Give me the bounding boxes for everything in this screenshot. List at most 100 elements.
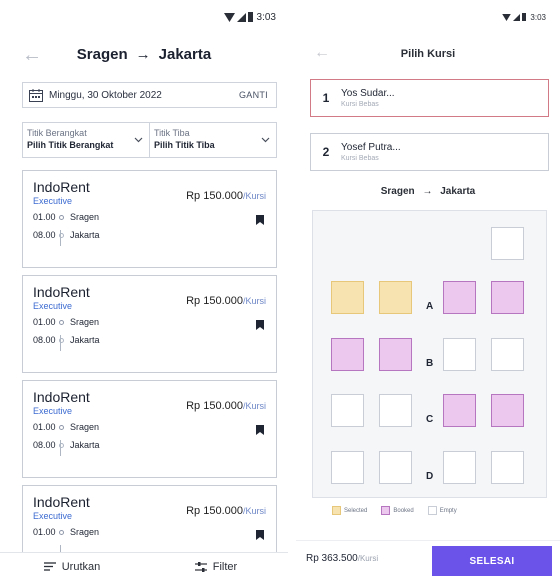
row-label-C: C bbox=[426, 414, 434, 425]
arrival-city: Jakarta bbox=[70, 335, 100, 345]
departure-value: Pilih Titik Berangkat bbox=[27, 140, 114, 150]
checkout-footer: Rp 363.500/Kursi SELESAI bbox=[296, 540, 560, 580]
seat-D1[interactable] bbox=[331, 451, 364, 484]
seat-front[interactable] bbox=[491, 227, 524, 260]
seat-C3 bbox=[443, 394, 476, 427]
chevron-down-icon bbox=[134, 135, 143, 146]
seat-D2[interactable] bbox=[379, 451, 412, 484]
passenger-seat: Kursi Bebas bbox=[341, 101, 379, 108]
passenger-number: 2 bbox=[322, 145, 330, 159]
legend-swatch bbox=[381, 506, 391, 515]
arrival-time: 08.00 bbox=[33, 230, 56, 240]
departure-city: Sragen bbox=[70, 527, 100, 537]
status-bar: 3:03 bbox=[0, 0, 288, 34]
passenger-number: 1 bbox=[322, 91, 330, 105]
back-arrow-icon[interactable]: ← bbox=[22, 45, 42, 65]
seat-route-title: Sragen → Jakarta bbox=[296, 186, 560, 197]
page-title: Pilih Kursi bbox=[400, 48, 456, 60]
price-amount: Rp 150.000 bbox=[186, 190, 243, 202]
departure-time: 01.00 bbox=[33, 212, 56, 222]
price-unit: /Kursi bbox=[242, 401, 266, 411]
bottom-action-bar: Urutkan Filter bbox=[0, 552, 288, 580]
trip-price: Rp 150.000/Kursi bbox=[186, 400, 266, 412]
status-icons bbox=[223, 12, 253, 22]
seat-B3[interactable] bbox=[443, 338, 476, 371]
station-picker: Titik Berangkat Pilih Titik Berangkat Ti… bbox=[22, 122, 277, 158]
legend-label: Empty bbox=[439, 507, 457, 514]
filter-icon bbox=[194, 561, 207, 572]
trip-card[interactable]: IndoRent Executive Rp 150.000/Kursi 01.0… bbox=[22, 170, 277, 268]
timeline-line bbox=[60, 230, 61, 246]
destination-city: Jakarta bbox=[158, 45, 212, 63]
trip-card[interactable]: IndoRent Executive Rp 150.000/Kursi 01.0… bbox=[22, 380, 277, 478]
seat-C1[interactable] bbox=[331, 394, 364, 427]
passenger-card-active[interactable]: 1 Yos Sudar... Kursi Bebas bbox=[310, 79, 549, 117]
timeline-dot bbox=[59, 529, 64, 535]
origin-city: Sragen bbox=[76, 45, 128, 63]
destination-city: Jakarta bbox=[440, 186, 476, 197]
legend-swatch bbox=[332, 506, 341, 515]
legend-selected: Selected bbox=[332, 506, 367, 515]
passenger-name: Yosef Putra... bbox=[341, 142, 401, 153]
passenger-seat: Kursi Bebas bbox=[341, 155, 379, 162]
seat-B4[interactable] bbox=[491, 338, 524, 371]
timeline-line bbox=[60, 440, 61, 456]
arrival-value: Pilih Titik Tiba bbox=[154, 140, 215, 150]
date-selector: Minggu, 30 Oktober 2022 GANTI bbox=[22, 82, 277, 108]
passenger-card[interactable]: 2 Yosef Putra... Kursi Bebas bbox=[310, 133, 549, 171]
legend-swatch bbox=[427, 506, 437, 515]
wifi-icon bbox=[223, 12, 235, 22]
total-unit: /Kursi bbox=[357, 554, 379, 563]
seat-B2 bbox=[379, 338, 412, 371]
arrival-row: 08.00 Jakarta bbox=[33, 331, 266, 349]
seat-picker-screen: 3:03 ← Pilih Kursi 1 Yos Sudar... Kursi … bbox=[296, 0, 560, 580]
battery-icon bbox=[522, 13, 527, 21]
seat-A2[interactable] bbox=[379, 281, 412, 314]
departure-row: 01.00 Sragen bbox=[33, 208, 266, 226]
app-header: ← Sragen → Jakarta bbox=[0, 34, 288, 74]
trip-price: Rp 150.000/Kursi bbox=[186, 190, 266, 202]
back-arrow-icon[interactable]: ← bbox=[314, 45, 330, 61]
chevron-down-icon bbox=[261, 135, 270, 146]
trip-card[interactable]: IndoRent Executive Rp 150.000/Kursi 01.0… bbox=[22, 275, 277, 373]
travel-date: Minggu, 30 Oktober 2022 bbox=[49, 89, 162, 101]
legend-label: Selected bbox=[344, 507, 368, 514]
departure-time: 01.00 bbox=[33, 527, 56, 537]
departure-city: Sragen bbox=[70, 212, 100, 222]
total-price: Rp 363.500/Kursi bbox=[306, 553, 378, 564]
seat-C2[interactable] bbox=[379, 394, 412, 427]
price-amount: Rp 150.000 bbox=[186, 505, 243, 517]
seat-A1[interactable] bbox=[331, 281, 364, 314]
app-header: ← Pilih Kursi bbox=[296, 34, 560, 74]
total-amount: Rp 363.500 bbox=[306, 553, 358, 564]
signal-icon bbox=[236, 12, 246, 22]
filter-button[interactable]: Filter bbox=[144, 561, 288, 573]
wifi-icon bbox=[502, 13, 512, 21]
change-date-button[interactable]: GANTI bbox=[239, 90, 268, 100]
arrival-time: 08.00 bbox=[33, 440, 56, 450]
departure-point-select[interactable]: Titik Berangkat Pilih Titik Berangkat bbox=[23, 123, 149, 157]
legend-label: Booked bbox=[393, 507, 414, 514]
arrival-city: Jakarta bbox=[70, 230, 100, 240]
seat-D3[interactable] bbox=[443, 451, 476, 484]
route-title: Sragen → Jakarta bbox=[77, 46, 211, 63]
sort-icon bbox=[43, 562, 56, 571]
finish-button[interactable]: SELESAI bbox=[432, 546, 552, 576]
status-time: 3:03 bbox=[530, 12, 546, 22]
timeline-line bbox=[60, 335, 61, 351]
trip-list-screen: 3:03 ← Sragen → Jakarta Minggu, 30 Oktob… bbox=[0, 0, 288, 580]
seat-legend: Selected Booked Empty bbox=[332, 506, 457, 515]
passenger-name: Yos Sudar... bbox=[341, 88, 395, 99]
departure-label: Titik Berangkat bbox=[27, 128, 87, 138]
route-arrow: → bbox=[135, 45, 151, 63]
departure-time: 01.00 bbox=[33, 422, 56, 432]
arrival-row: 08.00 Jakarta bbox=[33, 226, 266, 244]
price-unit: /Kursi bbox=[242, 506, 266, 516]
arrival-city: Jakarta bbox=[70, 440, 100, 450]
arrival-point-select[interactable]: Titik Tiba Pilih Titik Tiba bbox=[149, 123, 276, 157]
departure-row: 01.00 Sragen bbox=[33, 313, 266, 331]
sort-button[interactable]: Urutkan bbox=[0, 561, 144, 573]
seat-D4[interactable] bbox=[491, 451, 524, 484]
calendar-icon bbox=[29, 88, 43, 102]
row-label-D: D bbox=[426, 471, 434, 482]
